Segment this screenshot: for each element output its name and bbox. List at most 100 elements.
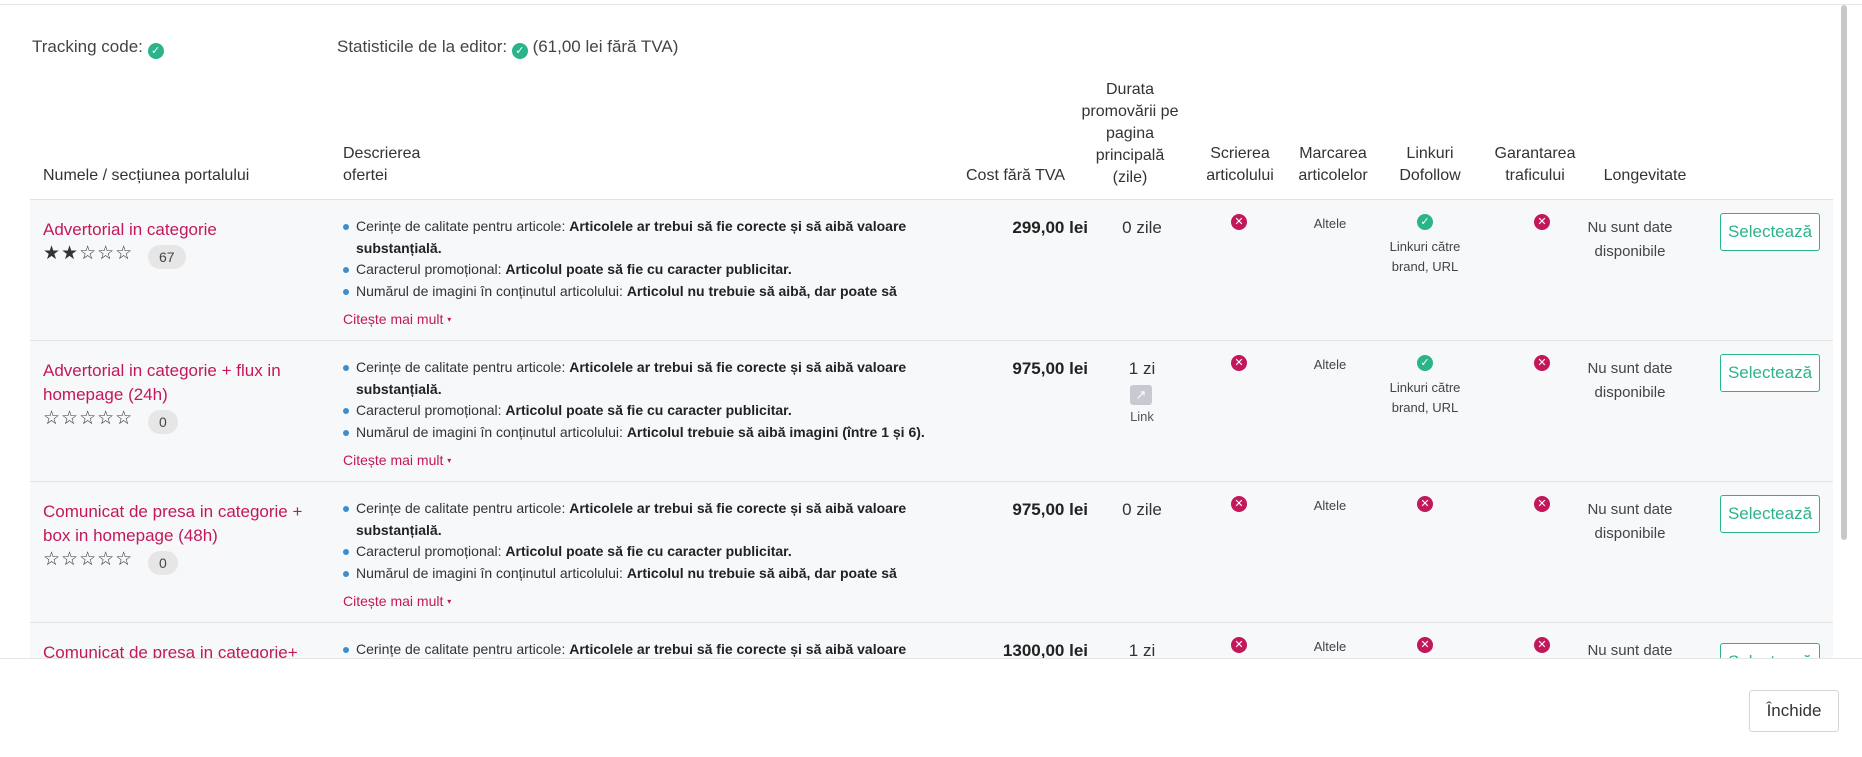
header-dofollow-line: Linkuri <box>1406 145 1454 162</box>
longevity-line: disponibile <box>1594 384 1666 401</box>
modal-footer: Închide <box>0 658 1862 757</box>
list-item: Cerințe de calitate pentru articole: Art… <box>343 216 928 259</box>
promo-link[interactable]: Link <box>1112 409 1172 424</box>
longevity-line: Nu sunt date <box>1587 219 1673 236</box>
promo-value: Articolul poate să fie cu caracter publi… <box>505 402 792 418</box>
images-label: Numărul de imagini în conținutul articol… <box>356 564 627 581</box>
header-writing-line: articolului <box>1206 167 1274 184</box>
caret-down-icon: ▾ <box>447 315 452 324</box>
review-count-badge: 0 <box>148 410 178 434</box>
editor-stats-label: Statisticile de la editor: <box>337 37 508 56</box>
x-circle-icon: ✕ <box>1231 355 1247 371</box>
dofollow-note-line: brand, URL <box>1391 400 1459 415</box>
list-item: Numărul de imagini în conținutul articol… <box>343 281 928 303</box>
select-button[interactable]: Selectează <box>1720 354 1820 392</box>
editor-stats-info: Statisticile de la editor: ✓ (61,00 lei … <box>337 37 678 59</box>
header-duration-line: pagina <box>1105 125 1155 142</box>
check-circle-icon: ✓ <box>511 43 528 59</box>
offer-name-link[interactable]: Advertorial in categorie <box>43 218 328 242</box>
x-circle-icon: ✕ <box>1231 637 1247 653</box>
select-button[interactable]: Selectează <box>1720 643 1820 658</box>
longevity-line: disponibile <box>1594 525 1666 542</box>
quality-value-cont: substanțială. <box>356 239 442 256</box>
x-circle-icon: ✕ <box>1534 496 1550 512</box>
vertical-scrollbar[interactable] <box>1841 5 1847 540</box>
quality-value: Articolele ar trebui să fie corecte și s… <box>569 641 907 657</box>
quality-value: Articolele ar trebui să fie corecte și s… <box>569 218 907 234</box>
duration-value: 1 zi <box>1128 641 1156 658</box>
longevity-line: Nu sunt date <box>1587 642 1673 658</box>
promo-value: Articolul poate să fie cu caracter publi… <box>505 261 792 277</box>
cost-value: 299,00 lei <box>1012 218 1088 237</box>
images-label: Numărul de imagini în conținutul articol… <box>356 282 627 299</box>
offer-name-link[interactable]: Advertorial in categorie + flux in homep… <box>43 359 328 407</box>
marking-value: Altele <box>1313 498 1347 513</box>
read-more-link[interactable]: Citește mai mult ▾ <box>343 311 451 327</box>
table-row: Advertorial in categorie ★★☆☆☆ 67 Cerinț… <box>30 200 1833 341</box>
header-marking: Marcarea articolelor <box>1285 143 1381 187</box>
star-rating: ☆☆☆☆☆ <box>43 408 134 429</box>
offers-panel: Tracking code: ✓ Statisticile de la edit… <box>0 5 1840 658</box>
dofollow-note-line: Linkuri către <box>1389 239 1461 254</box>
offer-name-link[interactable]: Comunicat de presa in categorie+ box <box>43 641 328 658</box>
x-circle-icon: ✕ <box>1231 496 1247 512</box>
caret-down-icon: ▾ <box>447 597 452 606</box>
list-item: Caracterul promoțional: Articolul poate … <box>343 259 928 281</box>
header-cost: Cost fără TVA <box>966 167 1065 184</box>
offer-description: Cerințe de calitate pentru articole: Art… <box>343 639 928 658</box>
cost-value: 1300,00 lei <box>1002 641 1088 658</box>
header-duration-line: (zile) <box>1112 169 1148 186</box>
header-traffic: Garantarea traficului <box>1485 143 1585 187</box>
marking-value: Altele <box>1313 216 1347 231</box>
external-link-icon[interactable]: ↗ <box>1130 385 1152 405</box>
header-description: Descrierea ofertei <box>343 143 420 187</box>
cost-value: 975,00 lei <box>1012 359 1088 378</box>
header-marking-line: Marcarea <box>1299 145 1367 162</box>
quality-label: Cerințe de calitate pentru articole: <box>356 500 570 516</box>
header-dofollow-line: Dofollow <box>1399 167 1461 184</box>
list-item: Numărul de imagini în conținutul articol… <box>343 422 928 444</box>
tracking-code-label: Tracking code: <box>32 37 143 56</box>
check-circle-icon: ✓ <box>147 43 164 59</box>
select-button[interactable]: Selectează <box>1720 495 1820 533</box>
x-circle-icon: ✕ <box>1417 637 1433 653</box>
x-circle-icon: ✕ <box>1534 355 1550 371</box>
offer-description: Cerințe de calitate pentru articole: Art… <box>343 498 928 584</box>
x-circle-icon: ✕ <box>1534 214 1550 230</box>
offer-name-link[interactable]: Comunicat de presa in categorie + box in… <box>43 500 328 548</box>
header-duration-line: principală <box>1095 147 1165 164</box>
read-more-link[interactable]: Citește mai mult ▾ <box>343 452 451 468</box>
longevity-value: Nu sunt date <box>1575 639 1685 658</box>
read-more-label: Citește mai mult <box>343 311 444 327</box>
close-button[interactable]: Închide <box>1749 690 1839 732</box>
select-button[interactable]: Selectează <box>1720 213 1820 251</box>
quality-label: Cerințe de calitate pentru articole: <box>356 641 570 657</box>
header-duration-line: Durata <box>1105 81 1155 98</box>
header-longevity: Longevitate <box>1603 167 1687 184</box>
header-traffic-line: traficului <box>1505 167 1565 184</box>
table-row: Advertorial in categorie + flux in homep… <box>30 341 1833 482</box>
duration-value: 1 zi <box>1128 359 1156 378</box>
editor-stats-price: (61,00 lei fără TVA) <box>532 37 679 56</box>
promo-label: Caracterul promoțional: <box>356 543 506 559</box>
read-more-label: Citește mai mult <box>343 593 444 609</box>
dofollow-note-line: brand, URL <box>1391 259 1459 274</box>
header-writing-line: Scrierea <box>1210 145 1270 162</box>
images-value: Articolul nu trebuie să aibă, dar poate … <box>626 282 897 299</box>
check-circle-icon: ✓ <box>1417 355 1433 371</box>
duration-value: 0 zile <box>1122 500 1162 519</box>
list-item: Caracterul promoțional: Articolul poate … <box>343 541 928 563</box>
longevity-value: Nu sunt date disponibile <box>1575 498 1685 546</box>
header-name: Numele / secțiunea portalului <box>43 167 250 184</box>
caret-down-icon: ▾ <box>447 456 452 465</box>
header-dofollow: Linkuri Dofollow <box>1385 143 1475 187</box>
review-count-badge: 67 <box>148 245 186 269</box>
star-rating: ★★☆☆☆ <box>43 243 134 264</box>
read-more-link[interactable]: Citește mai mult ▾ <box>343 593 451 609</box>
offer-description: Cerințe de calitate pentru articole: Art… <box>343 216 928 302</box>
header-duration: Durata promovării pe pagina principală (… <box>1070 79 1190 189</box>
review-count-badge: 0 <box>148 551 178 575</box>
table-row: Comunicat de presa in categorie + box in… <box>30 482 1833 623</box>
longevity-line: Nu sunt date <box>1587 501 1673 518</box>
x-circle-icon: ✕ <box>1231 214 1247 230</box>
